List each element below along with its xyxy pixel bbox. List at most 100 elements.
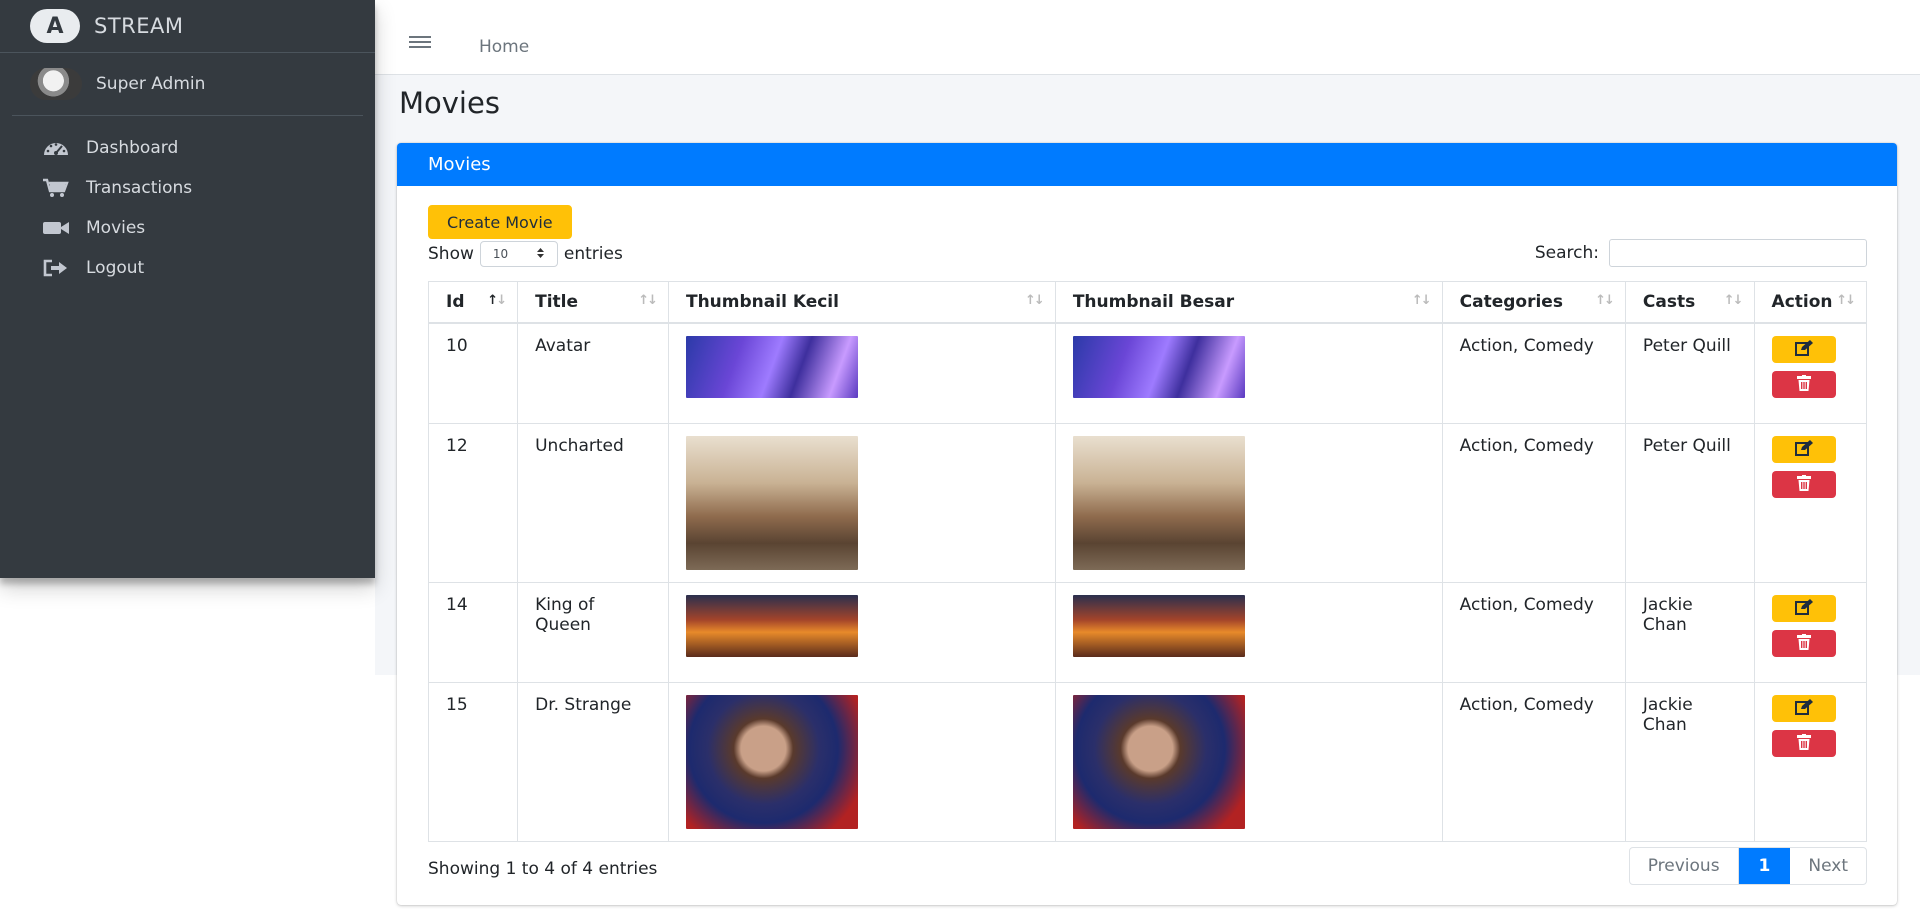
brand-logo: A <box>30 9 80 43</box>
table-info: Showing 1 to 4 of 4 entries <box>428 859 658 879</box>
sidebar-item-transactions[interactable]: Transactions <box>0 168 375 208</box>
movies-card: Movies Create Movie Show 10 entries Sear… <box>397 143 1897 905</box>
trash-icon <box>1796 733 1811 753</box>
cell-id: 15 <box>427 681 519 842</box>
column-header-thumbnail-kecil[interactable]: Thumbnail Kecil ↑↓ <box>667 281 1056 324</box>
table-row: 10 Avatar Action, Comedy Peter Quill <box>427 322 1868 424</box>
nav-home-link[interactable]: Home <box>479 37 529 57</box>
page-button-1[interactable]: 1 <box>1738 848 1791 884</box>
column-header-action[interactable]: Action ↑↓ <box>1753 281 1868 324</box>
edit-button[interactable] <box>1771 694 1836 722</box>
column-header-title[interactable]: Title ↑↓ <box>517 281 669 324</box>
cell-id: 10 <box>427 322 519 424</box>
sidebar-item-label: Dashboard <box>86 138 179 158</box>
tachometer-icon <box>42 140 70 156</box>
search-control: Search: <box>1535 239 1867 267</box>
edit-button[interactable] <box>1771 594 1836 622</box>
thumbnail-large-image <box>1072 336 1245 398</box>
pagination: Previous 1 Next <box>1628 847 1867 885</box>
user-name: Super Admin <box>96 74 206 94</box>
sort-icon: ↑↓ <box>1836 293 1856 308</box>
edit-button[interactable] <box>1771 336 1836 363</box>
sort-icon: ↑↓ <box>1411 293 1432 308</box>
trash-icon <box>1796 375 1811 394</box>
movies-table: Id ↑↓ Title ↑↓ Thumbnail Kecil ↑↓ Thumbnail… <box>427 281 1868 842</box>
page-title: Movies <box>399 86 500 120</box>
select-arrows-icon <box>536 247 545 262</box>
cell-title: Dr. Strange <box>517 681 669 842</box>
previous-button[interactable]: Previous <box>1630 848 1739 884</box>
edit-icon <box>1794 598 1813 618</box>
cart-icon <box>42 178 70 198</box>
cell-categories: Action, Comedy <box>1441 681 1626 842</box>
cell-casts: Jackie Chan <box>1624 681 1755 842</box>
delete-button[interactable] <box>1771 470 1836 498</box>
thumbnail-large-image <box>1072 594 1245 657</box>
thumbnail-large-image <box>1072 435 1245 570</box>
card-title: Movies <box>397 143 1897 186</box>
cell-id: 14 <box>427 581 519 683</box>
sort-asc-icon: ↑↓ <box>487 293 507 308</box>
delete-button[interactable] <box>1771 729 1836 757</box>
sign-out-icon <box>42 259 70 277</box>
page-size-select[interactable]: 10 <box>479 241 558 267</box>
delete-button[interactable] <box>1771 629 1836 657</box>
column-header-categories[interactable]: Categories ↑↓ <box>1441 281 1626 324</box>
brand-link[interactable]: A STREAM <box>0 0 375 53</box>
video-camera-icon <box>42 220 70 236</box>
avatar <box>30 68 82 100</box>
search-label: Search: <box>1534 243 1599 263</box>
sort-icon: ↑↓ <box>1595 293 1615 308</box>
menu-toggle-icon[interactable] <box>409 33 431 51</box>
entries-label: entries <box>563 244 623 264</box>
show-label: Show <box>428 244 474 264</box>
cell-title: King of Queen <box>517 581 669 683</box>
trash-icon <box>1796 633 1811 653</box>
column-header-casts[interactable]: Casts ↑↓ <box>1624 281 1755 324</box>
cell-categories: Action, Comedy <box>1441 422 1626 583</box>
cell-title: Uncharted <box>517 422 669 583</box>
trash-icon <box>1796 474 1811 494</box>
user-panel[interactable]: Super Admin <box>12 53 363 116</box>
cell-categories: Action, Comedy <box>1441 322 1626 424</box>
thumbnail-small-image <box>685 435 858 570</box>
sidebar-item-label: Transactions <box>86 178 193 198</box>
sidebar: A STREAM Super Admin Dashboard Transacti… <box>0 0 375 578</box>
sidebar-item-logout[interactable]: Logout <box>0 248 375 288</box>
sidebar-item-dashboard[interactable]: Dashboard <box>0 128 375 168</box>
column-header-thumbnail-besar[interactable]: Thumbnail Besar ↑↓ <box>1054 281 1443 324</box>
column-header-id[interactable]: Id ↑↓ <box>427 281 519 324</box>
edit-icon <box>1794 439 1813 459</box>
thumbnail-small-image <box>685 594 858 657</box>
edit-icon <box>1794 698 1813 718</box>
edit-button[interactable] <box>1771 435 1836 463</box>
search-input[interactable] <box>1609 239 1867 267</box>
cell-categories: Action, Comedy <box>1441 581 1626 683</box>
table-row: 12 Uncharted Action, Comedy Peter Quill <box>427 422 1868 583</box>
sort-icon: ↑↓ <box>1723 293 1744 308</box>
cell-casts: Peter Quill <box>1624 322 1755 424</box>
table-header-row: Id ↑↓ Title ↑↓ Thumbnail Kecil ↑↓ Thumbnail… <box>427 281 1868 324</box>
thumbnail-small-image <box>685 694 858 829</box>
page-size-value: 10 <box>492 247 509 261</box>
sidebar-item-label: Logout <box>86 258 145 278</box>
cell-casts: Jackie Chan <box>1624 581 1755 683</box>
create-movie-button[interactable]: Create Movie <box>428 205 572 239</box>
delete-button[interactable] <box>1771 371 1836 398</box>
sidebar-item-movies[interactable]: Movies <box>0 208 375 248</box>
cell-id: 12 <box>427 422 519 583</box>
cell-title: Avatar <box>517 322 669 424</box>
sort-icon: ↑↓ <box>1025 293 1045 308</box>
edit-icon <box>1794 340 1813 359</box>
length-control: Show 10 entries <box>428 241 623 267</box>
sidebar-item-label: Movies <box>86 218 146 238</box>
thumbnail-large-image <box>1072 694 1245 829</box>
top-navbar: Home <box>375 0 1920 75</box>
thumbnail-small-image <box>685 336 858 398</box>
sidebar-nav: Dashboard Transactions Movies Logout <box>0 116 375 288</box>
table-row: 14 King of Queen Action, Comedy Jackie C… <box>427 581 1868 683</box>
cell-casts: Peter Quill <box>1624 422 1755 583</box>
next-button[interactable]: Next <box>1790 848 1866 884</box>
table-row: 15 Dr. Strange Action, Comedy Jackie Cha… <box>427 681 1868 842</box>
sort-icon: ↑↓ <box>638 293 658 308</box>
